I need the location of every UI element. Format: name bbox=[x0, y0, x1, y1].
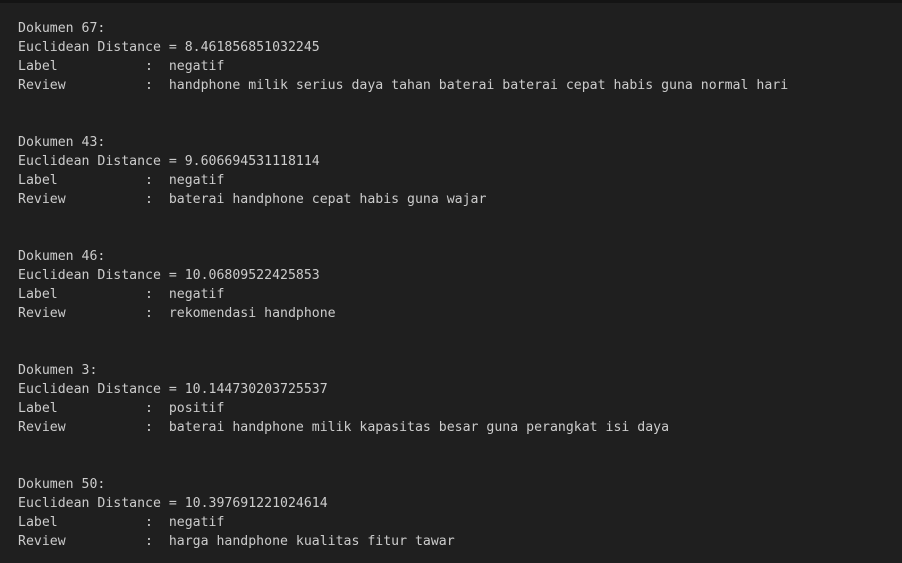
document-result-block: Dokumen 43: Euclidean Distance = 9.60669… bbox=[18, 133, 486, 209]
review-line: Review : harga handphone kualitas fitur … bbox=[18, 534, 455, 549]
cell-output-panel: Dokumen 67: Euclidean Distance = 8.46185… bbox=[0, 0, 902, 563]
document-result-block: Dokumen 46: Euclidean Distance = 10.0680… bbox=[18, 247, 336, 323]
label-line: Label : negatif bbox=[18, 287, 225, 302]
euclidean-distance-line: Euclidean Distance = 8.461856851032245 bbox=[18, 40, 320, 55]
document-header: Dokumen 43: bbox=[18, 135, 106, 150]
review-line: Review : rekomendasi handphone bbox=[18, 306, 336, 321]
euclidean-distance-line: Euclidean Distance = 10.397691221024614 bbox=[18, 496, 328, 511]
label-line: Label : negatif bbox=[18, 173, 225, 188]
document-header: Dokumen 50: bbox=[18, 477, 106, 492]
document-result-block: Dokumen 3: Euclidean Distance = 10.14473… bbox=[18, 361, 669, 437]
euclidean-distance-line: Euclidean Distance = 10.144730203725537 bbox=[18, 382, 328, 397]
label-line: Label : negatif bbox=[18, 515, 225, 530]
document-header: Dokumen 67: bbox=[18, 21, 106, 36]
document-header: Dokumen 46: bbox=[18, 249, 106, 264]
review-line: Review : baterai handphone cepat habis g… bbox=[18, 192, 487, 207]
label-line: Label : positif bbox=[18, 401, 225, 416]
euclidean-distance-line: Euclidean Distance = 10.06809522425853 bbox=[18, 268, 320, 283]
review-line: Review : handphone milik serius daya tah… bbox=[18, 78, 789, 93]
review-line: Review : baterai handphone milik kapasit… bbox=[18, 420, 670, 435]
document-result-block: Dokumen 67: Euclidean Distance = 8.46185… bbox=[18, 19, 788, 95]
label-line: Label : negatif bbox=[18, 59, 225, 74]
document-result-block: Dokumen 50: Euclidean Distance = 10.3976… bbox=[18, 475, 455, 551]
document-header: Dokumen 3: bbox=[18, 363, 98, 378]
euclidean-distance-line: Euclidean Distance = 9.606694531118114 bbox=[18, 154, 320, 169]
